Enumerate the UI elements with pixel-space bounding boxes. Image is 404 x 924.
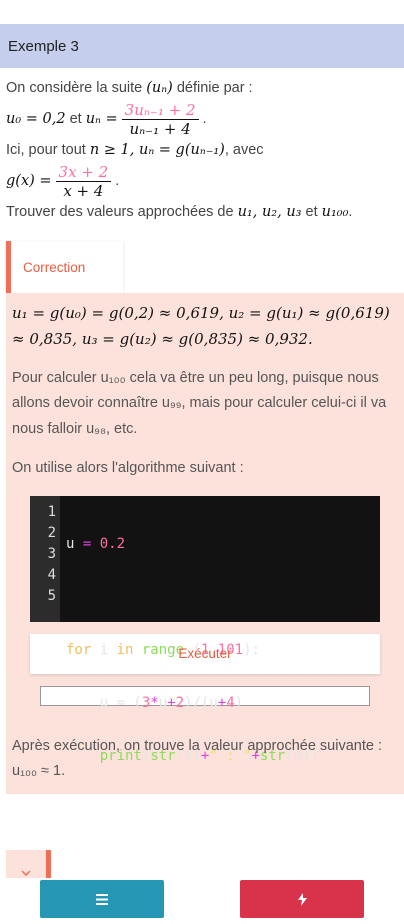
statement-line-2: u₀ = 0,2 et uₙ = 3uₙ₋₁ + 2 uₙ₋₁ + 4 .: [6, 101, 207, 139]
collapse-toggle[interactable]: [6, 850, 51, 878]
exercise-title: Exemple 3: [8, 37, 79, 55]
recurrence-fraction: 3uₙ₋₁ + 2 uₙ₋₁ + 4: [121, 101, 199, 138]
correction-tab[interactable]: Correction: [6, 241, 123, 294]
bolt-icon: [297, 892, 307, 906]
bottom-navigation: [0, 880, 404, 924]
statement-line-1: On considère la suite (uₙ) définie par :: [6, 80, 253, 96]
code-line-1: u = 0.2: [66, 535, 126, 552]
statement-task: Trouver des valeurs approchées de u₁, u₂…: [6, 204, 353, 221]
correction-paragraph-2: On utilise alors l'algorithme suivant :: [12, 460, 244, 477]
line-numbers: 1 2 3 4 5: [30, 495, 60, 622]
menu-icon: [96, 893, 108, 905]
statement-line-3: Ici, pour tout n ≥ 1, uₙ = g(uₙ₋₁), avec: [6, 142, 264, 159]
correction-math-line: u₁ = g(u₀) = g(0,2) ≈ 0,619, u₂ = g(u₁) …: [12, 304, 390, 348]
chevron-down-icon: [21, 870, 31, 876]
code-editor[interactable]: 1 2 3 4 5 u = 0.2 for i in range (1,101)…: [30, 495, 380, 764]
g-fraction: 3x + 2 x + 4: [55, 163, 112, 200]
exercise-statement: On considère la suite (uₙ) définie par :…: [0, 68, 404, 223]
bolt-button[interactable]: [240, 880, 364, 918]
correction-paragraph-1: Pour calculer u₁₀₀ cela va être un peu l…: [12, 370, 387, 437]
statement-line-4: g(x) = 3x + 2 x + 4 .: [6, 163, 120, 201]
exercise-header: Exemple 3: [0, 24, 404, 68]
menu-button[interactable]: [40, 880, 164, 918]
correction-tab-label: Correction: [23, 259, 86, 275]
execute-button-label: Exécuter: [178, 646, 232, 662]
code-lines: u = 0.2 for i in range (1,101): u = (3*u…: [60, 496, 319, 764]
code-line-4: u = (3*u+2)/(u+4): [66, 694, 244, 711]
correction-panel: u₁ = g(u₀) = g(0,2) ≈ 0,619, u₂ = g(u₁) …: [6, 293, 404, 795]
